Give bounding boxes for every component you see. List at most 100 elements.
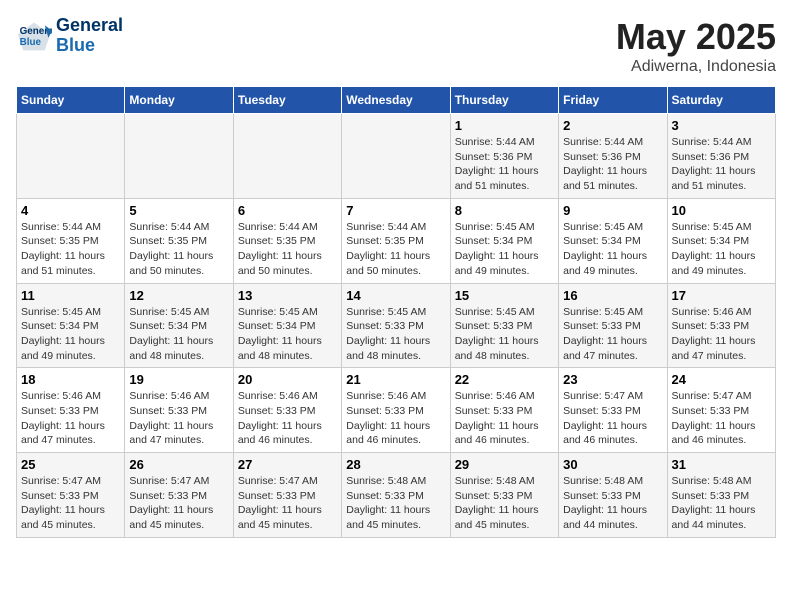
calendar-cell: 19 Sunrise: 5:46 AMSunset: 5:33 PMDayligh… xyxy=(125,368,233,453)
week-row-4: 18 Sunrise: 5:46 AMSunset: 5:33 PMDayligh… xyxy=(17,368,776,453)
day-number: 23 xyxy=(563,372,662,387)
day-info: Sunrise: 5:44 AMSunset: 5:35 PMDaylight:… xyxy=(238,220,337,279)
calendar-cell: 18 Sunrise: 5:46 AMSunset: 5:33 PMDayligh… xyxy=(17,368,125,453)
calendar-cell xyxy=(125,114,233,199)
day-number: 16 xyxy=(563,288,662,303)
calendar-cell xyxy=(17,114,125,199)
week-row-1: 1 Sunrise: 5:44 AMSunset: 5:36 PMDaylight… xyxy=(17,114,776,199)
calendar-cell: 9 Sunrise: 5:45 AMSunset: 5:34 PMDaylight… xyxy=(559,198,667,283)
day-number: 20 xyxy=(238,372,337,387)
calendar-cell: 14 Sunrise: 5:45 AMSunset: 5:33 PMDayligh… xyxy=(342,283,450,368)
calendar-cell: 31Sunrise: 5:48 AMSunset: 5:33 PMDayligh… xyxy=(667,453,775,538)
calendar-cell: 21Sunrise: 5:46 AMSunset: 5:33 PMDayligh… xyxy=(342,368,450,453)
calendar-cell: 17 Sunrise: 5:46 AMSunset: 5:33 PMDayligh… xyxy=(667,283,775,368)
week-row-5: 25 Sunrise: 5:47 AMSunset: 5:33 PMDayligh… xyxy=(17,453,776,538)
day-info: Sunrise: 5:47 AMSunset: 5:33 PMDaylight:… xyxy=(129,474,228,533)
day-info: Sunrise: 5:47 AMSunset: 5:33 PMDaylight:… xyxy=(672,389,771,448)
day-number: 17 xyxy=(672,288,771,303)
day-number: 6 xyxy=(238,203,337,218)
day-info: Sunrise: 5:45 AMSunset: 5:33 PMDaylight:… xyxy=(455,305,554,364)
day-number: 1 xyxy=(455,118,554,133)
day-number: 10 xyxy=(672,203,771,218)
calendar-cell: 10 Sunrise: 5:45 AMSunset: 5:34 PMDayligh… xyxy=(667,198,775,283)
calendar-cell: 8 Sunrise: 5:45 AMSunset: 5:34 PMDaylight… xyxy=(450,198,558,283)
day-number: 24 xyxy=(672,372,771,387)
calendar-cell xyxy=(233,114,341,199)
svg-text:Blue: Blue xyxy=(20,37,42,48)
day-number: 21 xyxy=(346,372,445,387)
logo: General Blue General Blue xyxy=(16,16,123,56)
day-info: Sunrise: 5:45 AMSunset: 5:34 PMDaylight:… xyxy=(21,305,120,364)
calendar-cell: 13Sunrise: 5:45 AMSunset: 5:34 PMDayligh… xyxy=(233,283,341,368)
day-info: Sunrise: 5:47 AMSunset: 5:33 PMDaylight:… xyxy=(563,389,662,448)
day-info: Sunrise: 5:48 AMSunset: 5:33 PMDaylight:… xyxy=(346,474,445,533)
day-number: 8 xyxy=(455,203,554,218)
week-row-2: 4 Sunrise: 5:44 AMSunset: 5:35 PMDaylight… xyxy=(17,198,776,283)
calendar-cell: 22 Sunrise: 5:46 AMSunset: 5:33 PMDayligh… xyxy=(450,368,558,453)
logo-line1: General xyxy=(56,16,123,36)
calendar-cell: 2 Sunrise: 5:44 AMSunset: 5:36 PMDaylight… xyxy=(559,114,667,199)
day-info: Sunrise: 5:48 AMSunset: 5:33 PMDaylight:… xyxy=(563,474,662,533)
calendar-cell: 25 Sunrise: 5:47 AMSunset: 5:33 PMDayligh… xyxy=(17,453,125,538)
day-info: Sunrise: 5:47 AMSunset: 5:33 PMDaylight:… xyxy=(21,474,120,533)
day-info: Sunrise: 5:45 AMSunset: 5:33 PMDaylight:… xyxy=(563,305,662,364)
day-number: 7 xyxy=(346,203,445,218)
day-info: Sunrise: 5:46 AMSunset: 5:33 PMDaylight:… xyxy=(672,305,771,364)
calendar-cell: 4 Sunrise: 5:44 AMSunset: 5:35 PMDaylight… xyxy=(17,198,125,283)
day-number: 15 xyxy=(455,288,554,303)
calendar-cell: 3 Sunrise: 5:44 AMSunset: 5:36 PMDaylight… xyxy=(667,114,775,199)
day-info: Sunrise: 5:44 AMSunset: 5:36 PMDaylight:… xyxy=(672,135,771,194)
logo-line2: Blue xyxy=(56,36,123,56)
day-info: Sunrise: 5:44 AMSunset: 5:36 PMDaylight:… xyxy=(563,135,662,194)
week-row-3: 11 Sunrise: 5:45 AMSunset: 5:34 PMDayligh… xyxy=(17,283,776,368)
day-header-tuesday: Tuesday xyxy=(233,87,341,114)
day-number: 22 xyxy=(455,372,554,387)
calendar-cell: 1 Sunrise: 5:44 AMSunset: 5:36 PMDaylight… xyxy=(450,114,558,199)
day-header-saturday: Saturday xyxy=(667,87,775,114)
calendar-cell: 15 Sunrise: 5:45 AMSunset: 5:33 PMDayligh… xyxy=(450,283,558,368)
day-info: Sunrise: 5:45 AMSunset: 5:34 PMDaylight:… xyxy=(129,305,228,364)
day-header-thursday: Thursday xyxy=(450,87,558,114)
day-info: Sunrise: 5:45 AMSunset: 5:33 PMDaylight:… xyxy=(346,305,445,364)
day-info: Sunrise: 5:45 AMSunset: 5:34 PMDaylight:… xyxy=(563,220,662,279)
day-info: Sunrise: 5:46 AMSunset: 5:33 PMDaylight:… xyxy=(129,389,228,448)
day-info: Sunrise: 5:44 AMSunset: 5:36 PMDaylight:… xyxy=(455,135,554,194)
day-info: Sunrise: 5:47 AMSunset: 5:33 PMDaylight:… xyxy=(238,474,337,533)
calendar-table: SundayMondayTuesdayWednesdayThursdayFrid… xyxy=(16,86,776,538)
day-info: Sunrise: 5:44 AMSunset: 5:35 PMDaylight:… xyxy=(21,220,120,279)
day-number: 11 xyxy=(21,288,120,303)
calendar-subtitle: Adiwerna, Indonesia xyxy=(616,58,776,76)
day-info: Sunrise: 5:45 AMSunset: 5:34 PMDaylight:… xyxy=(455,220,554,279)
calendar-cell: 11 Sunrise: 5:45 AMSunset: 5:34 PMDayligh… xyxy=(17,283,125,368)
calendar-cell: 26Sunrise: 5:47 AMSunset: 5:33 PMDayligh… xyxy=(125,453,233,538)
days-header-row: SundayMondayTuesdayWednesdayThursdayFrid… xyxy=(17,87,776,114)
day-number: 9 xyxy=(563,203,662,218)
calendar-cell: 20Sunrise: 5:46 AMSunset: 5:33 PMDayligh… xyxy=(233,368,341,453)
calendar-cell: 27Sunrise: 5:47 AMSunset: 5:33 PMDayligh… xyxy=(233,453,341,538)
day-info: Sunrise: 5:45 AMSunset: 5:34 PMDaylight:… xyxy=(672,220,771,279)
calendar-cell xyxy=(342,114,450,199)
day-info: Sunrise: 5:45 AMSunset: 5:34 PMDaylight:… xyxy=(238,305,337,364)
day-header-friday: Friday xyxy=(559,87,667,114)
day-number: 19 xyxy=(129,372,228,387)
day-number: 29 xyxy=(455,457,554,472)
day-number: 3 xyxy=(672,118,771,133)
day-info: Sunrise: 5:46 AMSunset: 5:33 PMDaylight:… xyxy=(21,389,120,448)
calendar-cell: 24 Sunrise: 5:47 AMSunset: 5:33 PMDayligh… xyxy=(667,368,775,453)
day-info: Sunrise: 5:46 AMSunset: 5:33 PMDaylight:… xyxy=(455,389,554,448)
calendar-cell: 30Sunrise: 5:48 AMSunset: 5:33 PMDayligh… xyxy=(559,453,667,538)
day-number: 18 xyxy=(21,372,120,387)
day-number: 4 xyxy=(21,203,120,218)
day-number: 14 xyxy=(346,288,445,303)
day-number: 28 xyxy=(346,457,445,472)
day-number: 25 xyxy=(21,457,120,472)
day-header-monday: Monday xyxy=(125,87,233,114)
logo-icon: General Blue xyxy=(16,18,52,54)
calendar-cell: 5Sunrise: 5:44 AMSunset: 5:35 PMDaylight… xyxy=(125,198,233,283)
day-number: 31 xyxy=(672,457,771,472)
day-number: 12 xyxy=(129,288,228,303)
day-number: 5 xyxy=(129,203,228,218)
calendar-cell: 6 Sunrise: 5:44 AMSunset: 5:35 PMDaylight… xyxy=(233,198,341,283)
day-number: 2 xyxy=(563,118,662,133)
calendar-cell: 16 Sunrise: 5:45 AMSunset: 5:33 PMDayligh… xyxy=(559,283,667,368)
